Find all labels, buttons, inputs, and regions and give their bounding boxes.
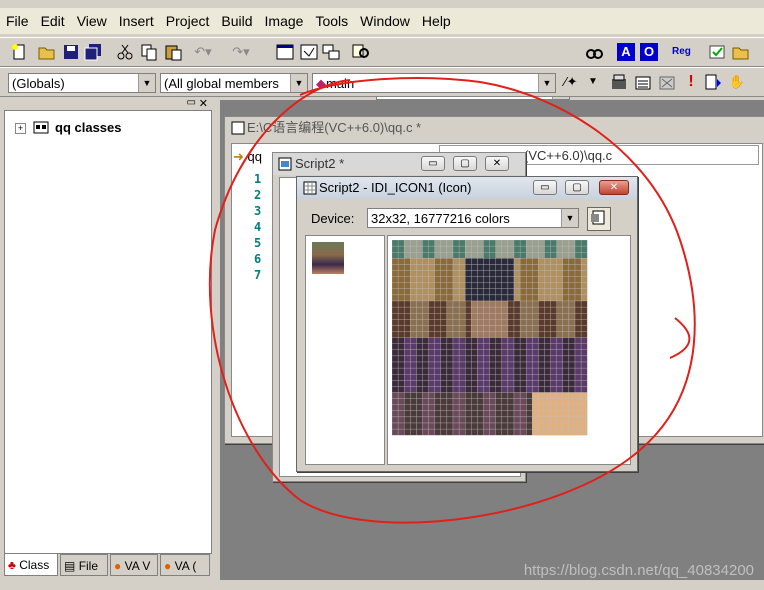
panel-restore-icon[interactable]: ▭ bbox=[187, 97, 196, 108]
cut-icon[interactable] bbox=[116, 43, 134, 61]
icon-preview-image bbox=[312, 242, 344, 274]
tree-expand-toggle[interactable]: + bbox=[15, 123, 26, 134]
menu-help[interactable]: Help bbox=[416, 13, 457, 29]
redo-icon[interactable]: ↷▾ bbox=[232, 43, 250, 61]
menu-edit[interactable]: Edit bbox=[35, 13, 71, 29]
hand-icon[interactable]: ✋ bbox=[728, 73, 746, 91]
new-image-icon bbox=[591, 210, 605, 225]
outline-a-icon[interactable]: O bbox=[640, 43, 658, 61]
editor-title[interactable]: E:\C语言编程(VC++6.0)\qq.c * bbox=[225, 117, 764, 139]
close-button[interactable]: ✕ bbox=[485, 156, 509, 171]
menu-file[interactable]: File bbox=[0, 13, 35, 29]
compile-icon[interactable] bbox=[610, 73, 628, 91]
line-number: 2 bbox=[254, 188, 262, 202]
icon-editor-window: Script2 - IDI_ICON1 (Icon) ▭ ▢ ✕ Device:… bbox=[296, 176, 638, 472]
fileview-tab-icon: ▤ bbox=[64, 559, 76, 573]
save-all-icon[interactable] bbox=[84, 43, 102, 61]
close-button[interactable]: ✕ bbox=[599, 180, 629, 195]
preview-pane bbox=[305, 235, 385, 465]
bold-a-icon[interactable]: A bbox=[617, 43, 635, 61]
new-file-icon[interactable] bbox=[10, 43, 28, 61]
left-panel-tabs: ♣ Class ▤ File ● VA V ● VA ( bbox=[4, 554, 210, 578]
chevron-down-icon[interactable]: ▼ bbox=[584, 73, 602, 91]
minimize-button[interactable]: ▭ bbox=[421, 156, 445, 171]
open-icon[interactable] bbox=[38, 43, 56, 61]
watermark-text: https://blog.csdn.net/qq_40834200 bbox=[523, 562, 754, 579]
find-icon[interactable] bbox=[585, 43, 603, 61]
tab-fileview[interactable]: ▤ File bbox=[60, 554, 108, 576]
tree-root-label[interactable]: qq classes bbox=[55, 120, 122, 135]
menu-project[interactable]: Project bbox=[160, 13, 216, 29]
debug-list-icon[interactable] bbox=[704, 73, 722, 91]
output-icon[interactable] bbox=[300, 43, 318, 61]
tab-va-outline[interactable]: ● VA ( bbox=[160, 554, 210, 576]
standard-toolbar: ↶▾ ↷▾ ▼ A O Reg bbox=[0, 37, 764, 100]
copy-icon[interactable] bbox=[140, 43, 158, 61]
folder-icon[interactable] bbox=[732, 43, 750, 61]
chevron-down-icon[interactable]: ▼ bbox=[138, 74, 155, 92]
classview-tab-icon: ♣ bbox=[8, 558, 16, 572]
line-number: 3 bbox=[254, 204, 262, 218]
function-diamond-icon: ◆ bbox=[316, 76, 326, 91]
globals-combo[interactable]: (Globals) ▼ bbox=[8, 73, 156, 93]
wizard-toolbar: (Globals) ▼ (All global members ▼ ◆main ▼ ⁄… bbox=[0, 67, 764, 97]
paste-icon[interactable] bbox=[164, 43, 182, 61]
device-select[interactable]: 32x32, 16777216 colors ▼ bbox=[367, 208, 579, 228]
members-combo[interactable]: (All global members ▼ bbox=[160, 73, 308, 93]
menu-tools[interactable]: Tools bbox=[309, 13, 354, 29]
class-view-panel: + qq classes bbox=[4, 110, 212, 554]
resource-script-icon bbox=[278, 157, 292, 174]
save-icon[interactable] bbox=[62, 43, 80, 61]
build-icon[interactable] bbox=[634, 73, 652, 91]
line-number: 1 bbox=[254, 172, 262, 186]
arrow-icon: ➜ bbox=[233, 149, 244, 164]
maximize-button[interactable]: ▢ bbox=[453, 156, 477, 171]
tab-va-view[interactable]: ● VA V bbox=[110, 554, 158, 576]
line-number: 7 bbox=[254, 268, 262, 282]
new-device-image-button[interactable] bbox=[587, 207, 611, 231]
tab-classview[interactable]: ♣ Class bbox=[4, 554, 58, 576]
chevron-down-icon[interactable]: ▼ bbox=[538, 74, 555, 92]
stop-build-icon[interactable] bbox=[658, 73, 676, 91]
workspace-icon[interactable] bbox=[276, 43, 294, 61]
pixel-canvas-pane[interactable] bbox=[387, 235, 631, 465]
va-tab-icon: ● bbox=[164, 559, 172, 573]
line-number: 6 bbox=[254, 252, 262, 266]
pixel-grid-canvas[interactable] bbox=[392, 240, 592, 440]
wizard-wand-icon[interactable]: ⁄✦ bbox=[562, 73, 580, 91]
panel-header: ▭ ✕ bbox=[4, 97, 210, 110]
menu-window[interactable]: Window bbox=[354, 13, 416, 29]
icon-resource-icon bbox=[303, 181, 317, 198]
find-in-files-icon[interactable] bbox=[352, 43, 370, 61]
menu-bar: File Edit View Insert Project Build Imag… bbox=[0, 8, 764, 34]
menu-insert[interactable]: Insert bbox=[113, 13, 160, 29]
window-list-icon[interactable] bbox=[322, 43, 340, 61]
device-label: Device: bbox=[311, 211, 355, 226]
menu-image[interactable]: Image bbox=[259, 13, 310, 29]
undo-icon[interactable]: ↶▾ bbox=[194, 43, 212, 61]
chevron-down-icon[interactable]: ▼ bbox=[561, 209, 578, 227]
close-icon[interactable]: ✕ bbox=[199, 97, 208, 110]
line-number: 4 bbox=[254, 220, 262, 234]
function-combo[interactable]: ◆main ▼ bbox=[312, 73, 556, 93]
classes-folder-icon bbox=[33, 119, 51, 138]
menu-build[interactable]: Build bbox=[215, 13, 258, 29]
menu-view[interactable]: View bbox=[71, 13, 113, 29]
va-tab-icon: ● bbox=[114, 559, 122, 573]
chevron-down-icon[interactable]: ▼ bbox=[290, 74, 307, 92]
checklist-icon[interactable] bbox=[708, 43, 726, 61]
document-icon bbox=[231, 121, 245, 138]
reg-icon[interactable]: Reg bbox=[672, 43, 691, 61]
line-number: 5 bbox=[254, 236, 262, 250]
maximize-button[interactable]: ▢ bbox=[565, 180, 589, 195]
execute-icon[interactable]: ! bbox=[682, 73, 700, 91]
minimize-button[interactable]: ▭ bbox=[533, 180, 557, 195]
